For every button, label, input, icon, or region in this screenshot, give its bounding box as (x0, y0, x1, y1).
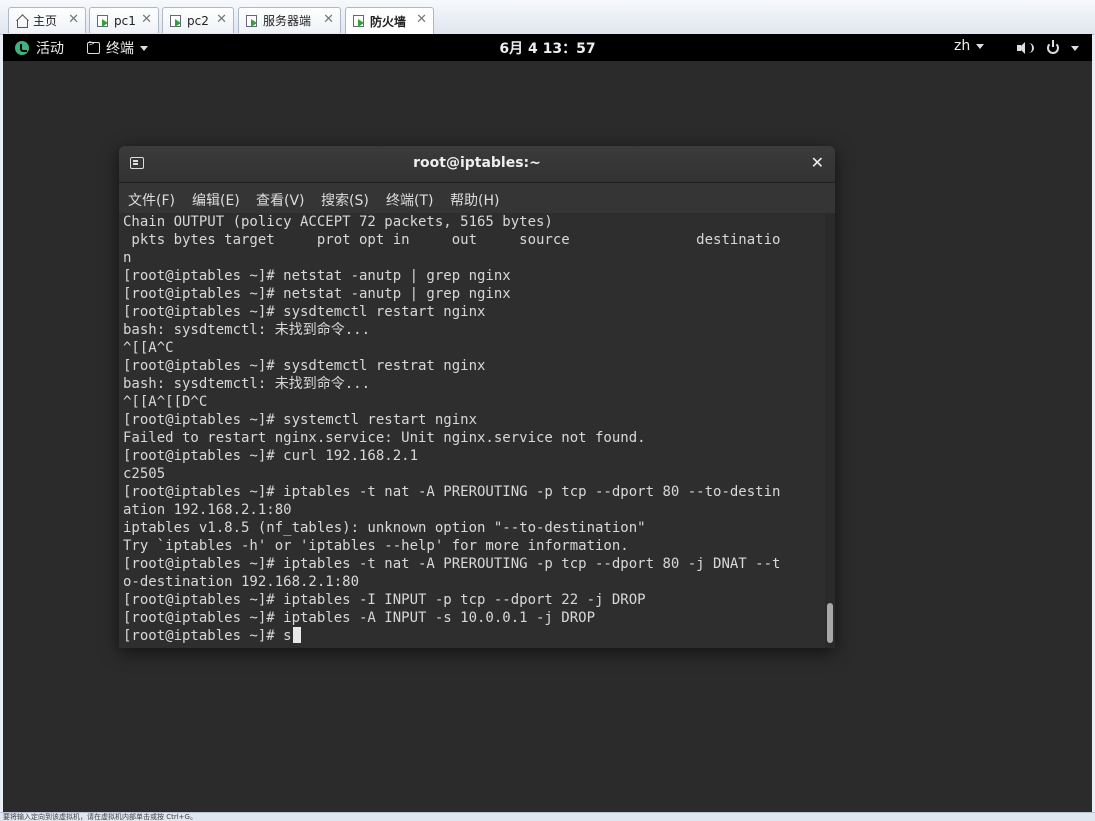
terminal-titlebar[interactable]: root@iptables:~ ✕ (119, 146, 835, 183)
activities-button[interactable]: 活动 (15, 38, 64, 58)
menu-edit[interactable]: 编辑(E) (192, 190, 240, 210)
terminal-line: iptables v1.8.5 (nf_tables): unknown opt… (123, 520, 646, 536)
terminal-prompt-line: [root@iptables ~]# s (123, 627, 823, 645)
input-method-label: zh (954, 38, 971, 54)
terminal-line: ation 192.168.2.1:80 (123, 502, 292, 518)
terminal-line: [root@iptables ~]# netstat -anutp | grep… (123, 286, 511, 302)
menu-view[interactable]: 查看(V) (256, 190, 305, 210)
vm-icon (245, 14, 259, 28)
prompt-text: [root@iptables ~]# s (123, 628, 292, 644)
close-icon[interactable]: ✕ (216, 12, 227, 27)
tab-pc2[interactable]: pc2 ✕ (162, 7, 234, 33)
terminal-line: Failed to restart nginx.service: Unit ng… (123, 430, 646, 446)
tab-label: pc2 (187, 13, 209, 28)
close-icon[interactable]: ✕ (68, 12, 79, 27)
tab-server[interactable]: 服务器端 ✕ (238, 7, 341, 33)
tab-label: 主页 (33, 14, 58, 28)
terminal-line: Chain OUTPUT (policy ACCEPT 72 packets, … (123, 214, 553, 230)
vm-tab-bar: 主页 ✕ pc1 ✕ pc2 ✕ 服务器端 ✕ 防火墙 ✕ (0, 0, 1095, 35)
terminal-icon (87, 39, 100, 54)
terminal-line: [root@iptables ~]# iptables -t nat -A PR… (123, 556, 781, 572)
app-menu-button[interactable]: 终端 (87, 38, 148, 58)
close-icon[interactable]: ✕ (323, 12, 334, 27)
terminal-line: [root@iptables ~]# curl 192.168.2.1 (123, 448, 419, 464)
gnome-top-bar: 6月 4 13：57 活动 终端 zh (3, 34, 1092, 61)
power-icon (1047, 40, 1059, 54)
clock-text: 6月 4 13：57 (499, 41, 596, 57)
tab-label: 服务器端 (263, 14, 312, 28)
home-icon (15, 14, 29, 28)
activities-label: 活动 (36, 41, 64, 57)
vm-screen[interactable]: 6月 4 13：57 活动 终端 zh root@iptables:~ ✕ (3, 34, 1092, 812)
close-icon[interactable]: ✕ (141, 12, 152, 27)
chevron-down-icon (140, 45, 148, 51)
tab-label: pc1 (114, 13, 136, 28)
close-icon[interactable]: ✕ (416, 12, 427, 27)
input-method-button[interactable]: zh (954, 38, 985, 54)
text-cursor (292, 627, 301, 643)
vm-icon (96, 14, 110, 28)
clock[interactable]: 6月 4 13：57 (3, 38, 1092, 58)
terminal-line: [root@iptables ~]# iptables -A INPUT -s … (123, 610, 596, 626)
vm-icon (352, 14, 366, 28)
activities-icon (15, 41, 29, 55)
volume-icon (1017, 42, 1034, 54)
terminal-line: ^[[A^C (123, 340, 174, 356)
terminal-line: o-destination 192.168.2.1:80 (123, 574, 360, 590)
terminal-line: c2505 (123, 466, 166, 482)
terminal-line: [root@iptables ~]# iptables -t nat -A PR… (123, 484, 781, 500)
terminal-menubar: 文件(F) 编辑(E) 查看(V) 搜索(S) 终端(T) 帮助(H) (119, 183, 835, 213)
system-menu-button[interactable] (1017, 40, 1079, 54)
tab-pc1[interactable]: pc1 ✕ (89, 7, 159, 33)
app-menu-label: 终端 (106, 41, 134, 57)
terminal-line: bash: sysdtemctl: 未找到命令... (123, 322, 371, 338)
menu-search[interactable]: 搜索(S) (321, 190, 369, 210)
terminal-line: [root@iptables ~]# systemctl restart ngi… (123, 412, 478, 428)
tab-home[interactable]: 主页 ✕ (8, 7, 86, 33)
terminal-line: [root@iptables ~]# iptables -I INPUT -p … (123, 592, 646, 608)
terminal-output[interactable]: Chain OUTPUT (policy ACCEPT 72 packets, … (123, 213, 823, 648)
terminal-line: [root@iptables ~]# sysdtemctl restart ng… (123, 304, 486, 320)
menu-help[interactable]: 帮助(H) (450, 190, 499, 210)
tab-firewall[interactable]: 防火墙 ✕ (345, 7, 434, 34)
terminal-line: n (123, 250, 132, 266)
terminal-line: [root@iptables ~]# netstat -anutp | grep… (123, 268, 511, 284)
tab-label: 防火墙 (370, 14, 407, 29)
menu-terminal[interactable]: 终端(T) (386, 190, 433, 210)
terminal-line: Try `iptables -h' or 'iptables --help' f… (123, 538, 629, 554)
terminal-scrollbar[interactable] (825, 213, 835, 648)
terminal-line: bash: sysdtemctl: 未找到命令... (123, 376, 371, 392)
chevron-down-icon (976, 43, 985, 49)
terminal-line: pkts bytes target prot opt in out source… (123, 232, 781, 248)
terminal-line: [root@iptables ~]# sysdtemctl restrat ng… (123, 358, 486, 374)
menu-file[interactable]: 文件(F) (128, 190, 175, 210)
scrollbar-thumb[interactable] (827, 603, 833, 643)
vm-icon (169, 14, 183, 28)
terminal-line: ^[[A^[[D^C (123, 394, 208, 410)
terminal-window[interactable]: root@iptables:~ ✕ 文件(F) 编辑(E) 查看(V) 搜索(S… (119, 146, 835, 648)
close-icon[interactable]: ✕ (811, 153, 824, 172)
window-title: root@iptables:~ (413, 155, 541, 171)
chevron-down-icon (1071, 45, 1079, 51)
